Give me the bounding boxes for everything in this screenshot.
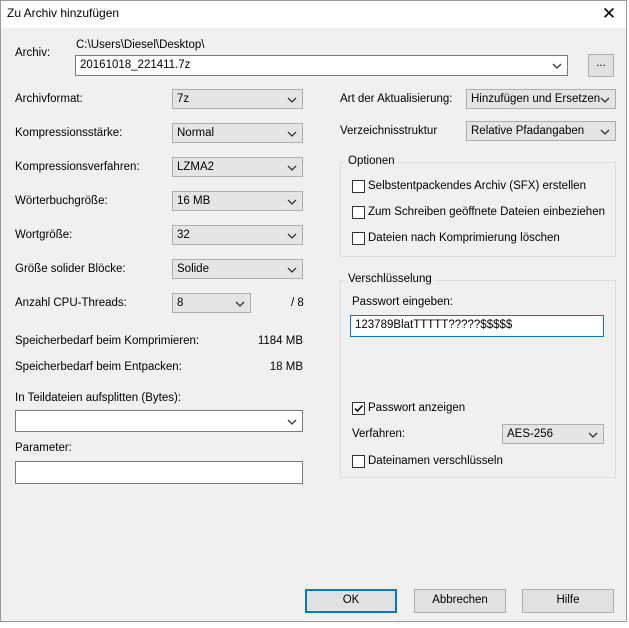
dictionary-size-label: Wörterbuchgröße: — [15, 195, 108, 207]
show-password-label[interactable]: Passwort anzeigen — [368, 402, 465, 414]
ok-button[interactable]: OK — [305, 589, 397, 613]
add-to-archive-dialog: Zu Archiv hinzufügen ✕ Archiv: C:\Users\… — [0, 0, 627, 622]
chevron-down-icon — [600, 95, 610, 105]
show-password-checkbox[interactable] — [352, 402, 365, 415]
encryption-method-value: AES-256 — [507, 428, 554, 440]
cpu-threads-total: / 8 — [291, 297, 304, 309]
split-volumes-combobox[interactable] — [15, 410, 303, 432]
cpu-threads-select[interactable]: 8 — [172, 293, 251, 313]
archive-path: C:\Users\Diesel\Desktop\ — [76, 39, 205, 51]
delete-after-checkbox[interactable] — [352, 232, 365, 245]
archive-filename-value: 20161018_221411.7z — [80, 59, 191, 71]
parameters-input[interactable] — [15, 461, 303, 484]
chevron-down-icon — [287, 129, 297, 139]
chevron-down-icon — [287, 95, 297, 105]
chevron-down-icon — [588, 430, 598, 440]
delete-after-label[interactable]: Dateien nach Komprimierung löschen — [368, 232, 560, 244]
chevron-down-icon — [287, 197, 297, 207]
encryption-method-select[interactable]: AES-256 — [502, 424, 604, 444]
solid-block-size-value: Solide — [177, 263, 209, 275]
window-title: Zu Archiv hinzufügen — [7, 6, 120, 20]
compression-level-select[interactable]: Normal — [172, 123, 303, 143]
update-mode-label: Art der Aktualisierung: — [340, 93, 453, 105]
memory-compress-label: Speicherbedarf beim Komprimieren: — [15, 335, 200, 347]
cpu-threads-label: Anzahl CPU-Threads: — [15, 297, 127, 309]
encryption-method-label: Verfahren: — [352, 428, 406, 440]
chevron-down-icon — [235, 299, 245, 309]
sfx-checkbox[interactable] — [352, 180, 365, 193]
compression-level-label: Kompressionsstärke: — [15, 127, 123, 139]
shared-files-label[interactable]: Zum Schreiben geöffnete Dateien einbezie… — [368, 206, 605, 218]
compression-method-select[interactable]: LZMA2 — [172, 157, 303, 177]
memory-compress-value: 1184 MB — [257, 335, 303, 347]
compression-method-value: LZMA2 — [177, 161, 215, 173]
chevron-down-icon — [287, 163, 297, 173]
parameters-label: Parameter: — [15, 442, 72, 454]
memory-extract-label: Speicherbedarf beim Entpacken: — [15, 361, 182, 373]
update-mode-select[interactable]: Hinzufügen und Ersetzen — [466, 89, 616, 109]
memory-extract-value: 18 MB — [269, 361, 303, 373]
cpu-threads-value: 8 — [177, 297, 184, 309]
word-size-value: 32 — [177, 229, 190, 241]
archive-label: Archiv: — [15, 47, 51, 59]
shared-files-checkbox[interactable] — [352, 206, 365, 219]
compression-method-label: Kompressionsverfahren: — [15, 161, 140, 173]
archive-filename-combobox[interactable]: 20161018_221411.7z — [75, 55, 568, 76]
chevron-down-icon — [287, 265, 297, 275]
chevron-down-icon — [287, 417, 297, 427]
dictionary-size-select[interactable]: 16 MB — [172, 191, 303, 211]
path-mode-select[interactable]: Relative Pfadangaben — [466, 121, 616, 141]
check-icon — [354, 404, 364, 413]
help-button[interactable]: Hilfe — [522, 589, 614, 613]
solid-block-size-select[interactable]: Solide — [172, 259, 303, 279]
archive-format-select[interactable]: 7z — [172, 89, 303, 109]
chevron-down-icon — [287, 231, 297, 241]
compression-level-value: Normal — [177, 127, 215, 139]
archive-format-label: Archivformat: — [15, 93, 83, 105]
encryption-group-title: Verschlüsselung — [345, 273, 435, 285]
sfx-label[interactable]: Selbstentpackendes Archiv (SFX) erstelle… — [368, 180, 586, 192]
chevron-down-icon — [552, 61, 562, 71]
encryption-group — [340, 280, 616, 478]
dictionary-size-value: 16 MB — [177, 195, 211, 207]
solid-block-size-label: Größe solider Blöcke: — [15, 263, 126, 275]
path-mode-value: Relative Pfadangaben — [471, 125, 585, 137]
cancel-button[interactable]: Abbrechen — [414, 589, 506, 613]
options-group-title: Optionen — [345, 155, 398, 167]
chevron-down-icon — [600, 127, 610, 137]
archive-format-value: 7z — [177, 93, 190, 105]
split-volumes-label: In Teildateien aufsplitten (Bytes): — [15, 392, 181, 404]
browse-button[interactable]: ... — [588, 54, 614, 77]
word-size-label: Wortgröße: — [15, 229, 73, 241]
close-icon[interactable]: ✕ — [592, 1, 626, 28]
title-bar: Zu Archiv hinzufügen ✕ — [1, 1, 626, 28]
encrypt-names-label[interactable]: Dateinamen verschlüsseln — [368, 455, 503, 467]
password-label: Passwort eingeben: — [352, 296, 454, 308]
update-mode-value: Hinzufügen und Ersetzen — [471, 93, 601, 105]
path-mode-label: Verzeichnisstruktur — [340, 125, 438, 137]
encrypt-names-checkbox[interactable] — [352, 455, 365, 468]
word-size-select[interactable]: 32 — [172, 225, 303, 245]
password-input[interactable]: 123789BlatTTTTT?????$$$$$ — [350, 315, 604, 337]
desktop-background — [0, 622, 629, 628]
